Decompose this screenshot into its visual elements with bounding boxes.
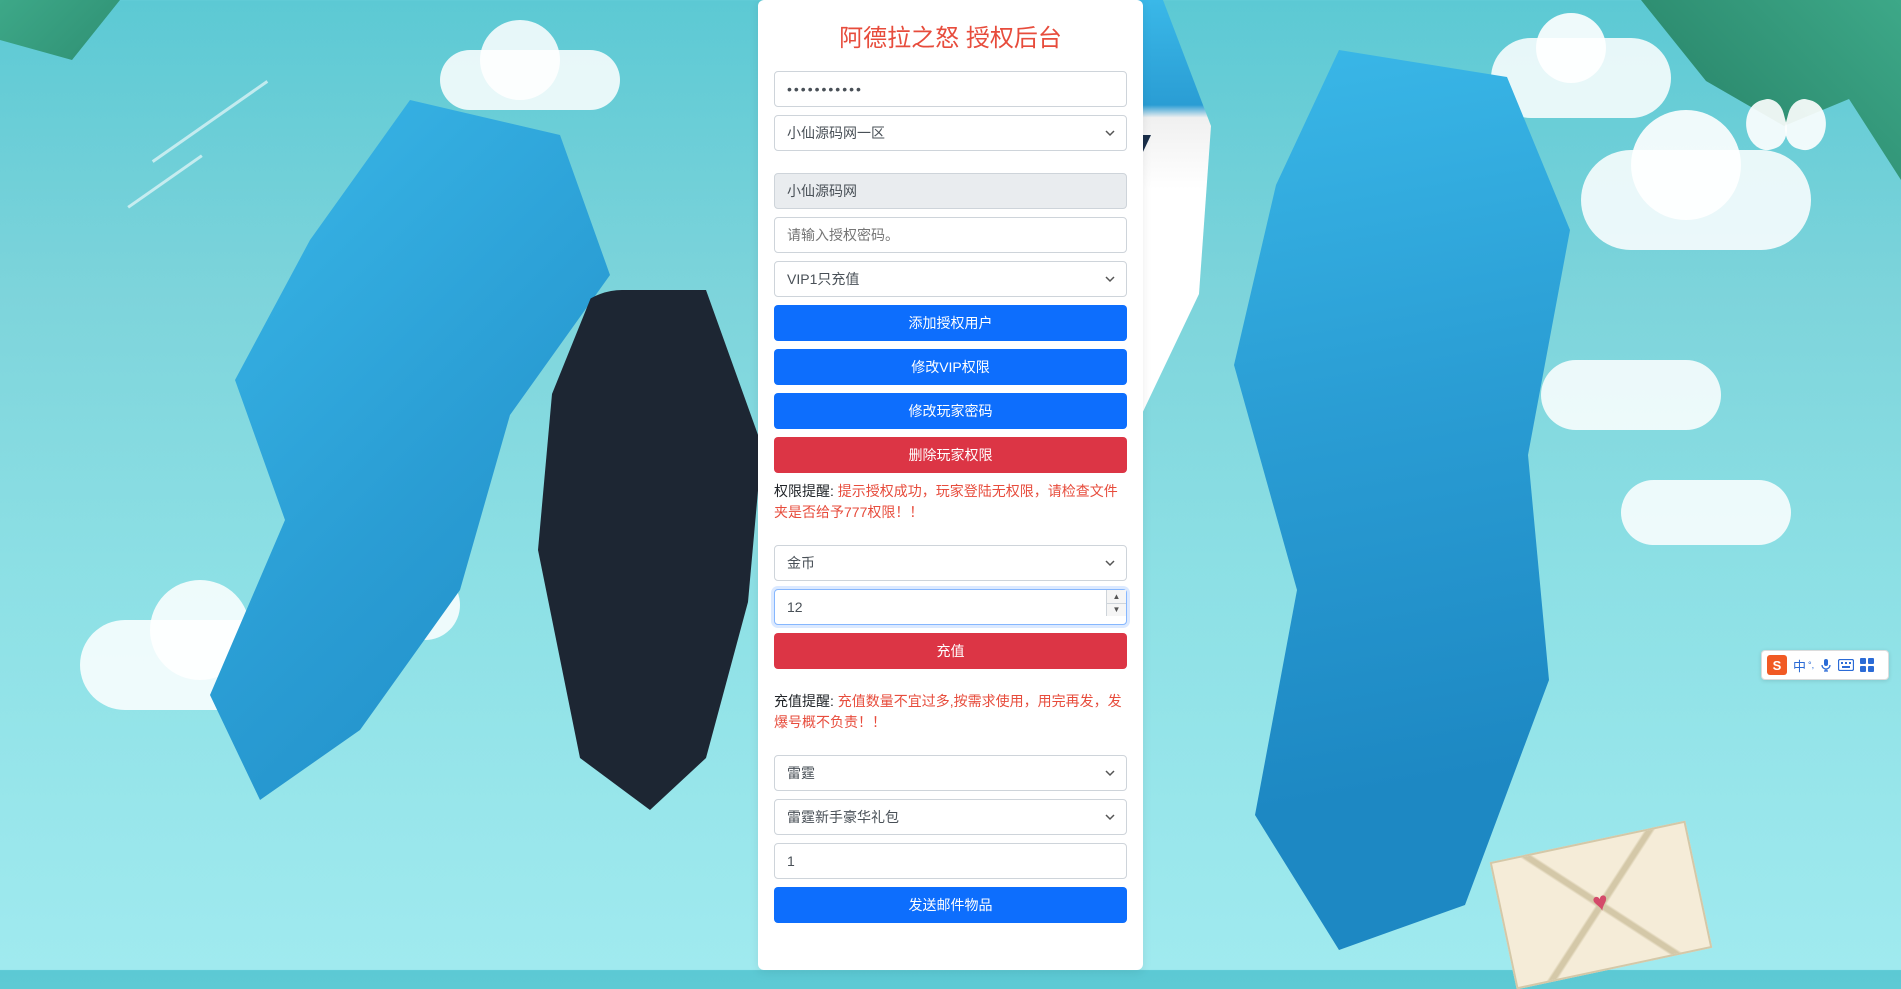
modify-password-button[interactable]: 修改玩家密码 — [774, 393, 1127, 429]
recharge-note: 充值提醒: 充值数量不宜过多,按需求使用，用完再发，发爆号概不负责！！ — [774, 691, 1127, 733]
admin-panel: 阿德拉之怒 授权后台 小仙源码网一区 VIP1只充值 添加授权用户 修改VIP权… — [758, 0, 1143, 970]
amount-input[interactable] — [774, 589, 1127, 625]
auth-password-input[interactable] — [774, 217, 1127, 253]
currency-select[interactable]: 金币 — [774, 545, 1127, 581]
mail-qty-input[interactable] — [774, 843, 1127, 879]
spinner-up-icon[interactable]: ▲ — [1107, 590, 1126, 604]
ime-mic-icon[interactable] — [1820, 658, 1832, 672]
mail-item-select[interactable]: 雷霆新手豪华礼包 — [774, 799, 1127, 835]
auth-section: 小仙源码网一区 — [774, 71, 1127, 151]
note-label: 权限提醒: — [774, 483, 838, 499]
mail-category-select[interactable]: 雷霆 — [774, 755, 1127, 791]
send-mail-button[interactable]: 发送邮件物品 — [774, 887, 1127, 923]
light-streak — [127, 154, 202, 208]
delete-permission-button[interactable]: 删除玩家权限 — [774, 437, 1127, 473]
user-section: VIP1只充值 添加授权用户 修改VIP权限 修改玩家密码 删除玩家权限 权限提… — [774, 173, 1127, 523]
ime-keyboard-icon[interactable] — [1838, 659, 1854, 671]
ime-logo-icon[interactable]: S — [1767, 655, 1787, 675]
recharge-button[interactable]: 充值 — [774, 633, 1127, 669]
ime-lang-toggle[interactable]: 中°, — [1793, 656, 1814, 675]
add-auth-user-button[interactable]: 添加授权用户 — [774, 305, 1127, 341]
number-spinner[interactable]: ▲▼ — [1106, 590, 1126, 616]
vip-level-select[interactable]: VIP1只充值 — [774, 261, 1127, 297]
recharge-section: 金币 ▲▼ 充值 充值提醒: 充值数量不宜过多,按需求使用，用完再发，发爆号概不… — [774, 545, 1127, 733]
zone-select[interactable]: 小仙源码网一区 — [774, 115, 1127, 151]
ime-toolbar[interactable]: S 中°, — [1761, 650, 1889, 680]
ime-menu-icon[interactable] — [1860, 658, 1874, 672]
permission-note: 权限提醒: 提示授权成功，玩家登陆无权限，请检查文件夹是否给予777权限！！ — [774, 481, 1127, 523]
admin-password-input[interactable] — [774, 71, 1127, 107]
cloud — [1621, 480, 1791, 545]
username-input[interactable] — [774, 173, 1127, 209]
butterfly-icon — [1746, 100, 1826, 170]
leaves-left — [0, 0, 120, 100]
modify-vip-button[interactable]: 修改VIP权限 — [774, 349, 1127, 385]
mail-section: 雷霆 雷霆新手豪华礼包 发送邮件物品 — [774, 755, 1127, 923]
page-title: 阿德拉之怒 授权后台 — [774, 18, 1127, 53]
note-label: 充值提醒: — [774, 693, 838, 709]
spinner-down-icon[interactable]: ▼ — [1107, 604, 1126, 617]
